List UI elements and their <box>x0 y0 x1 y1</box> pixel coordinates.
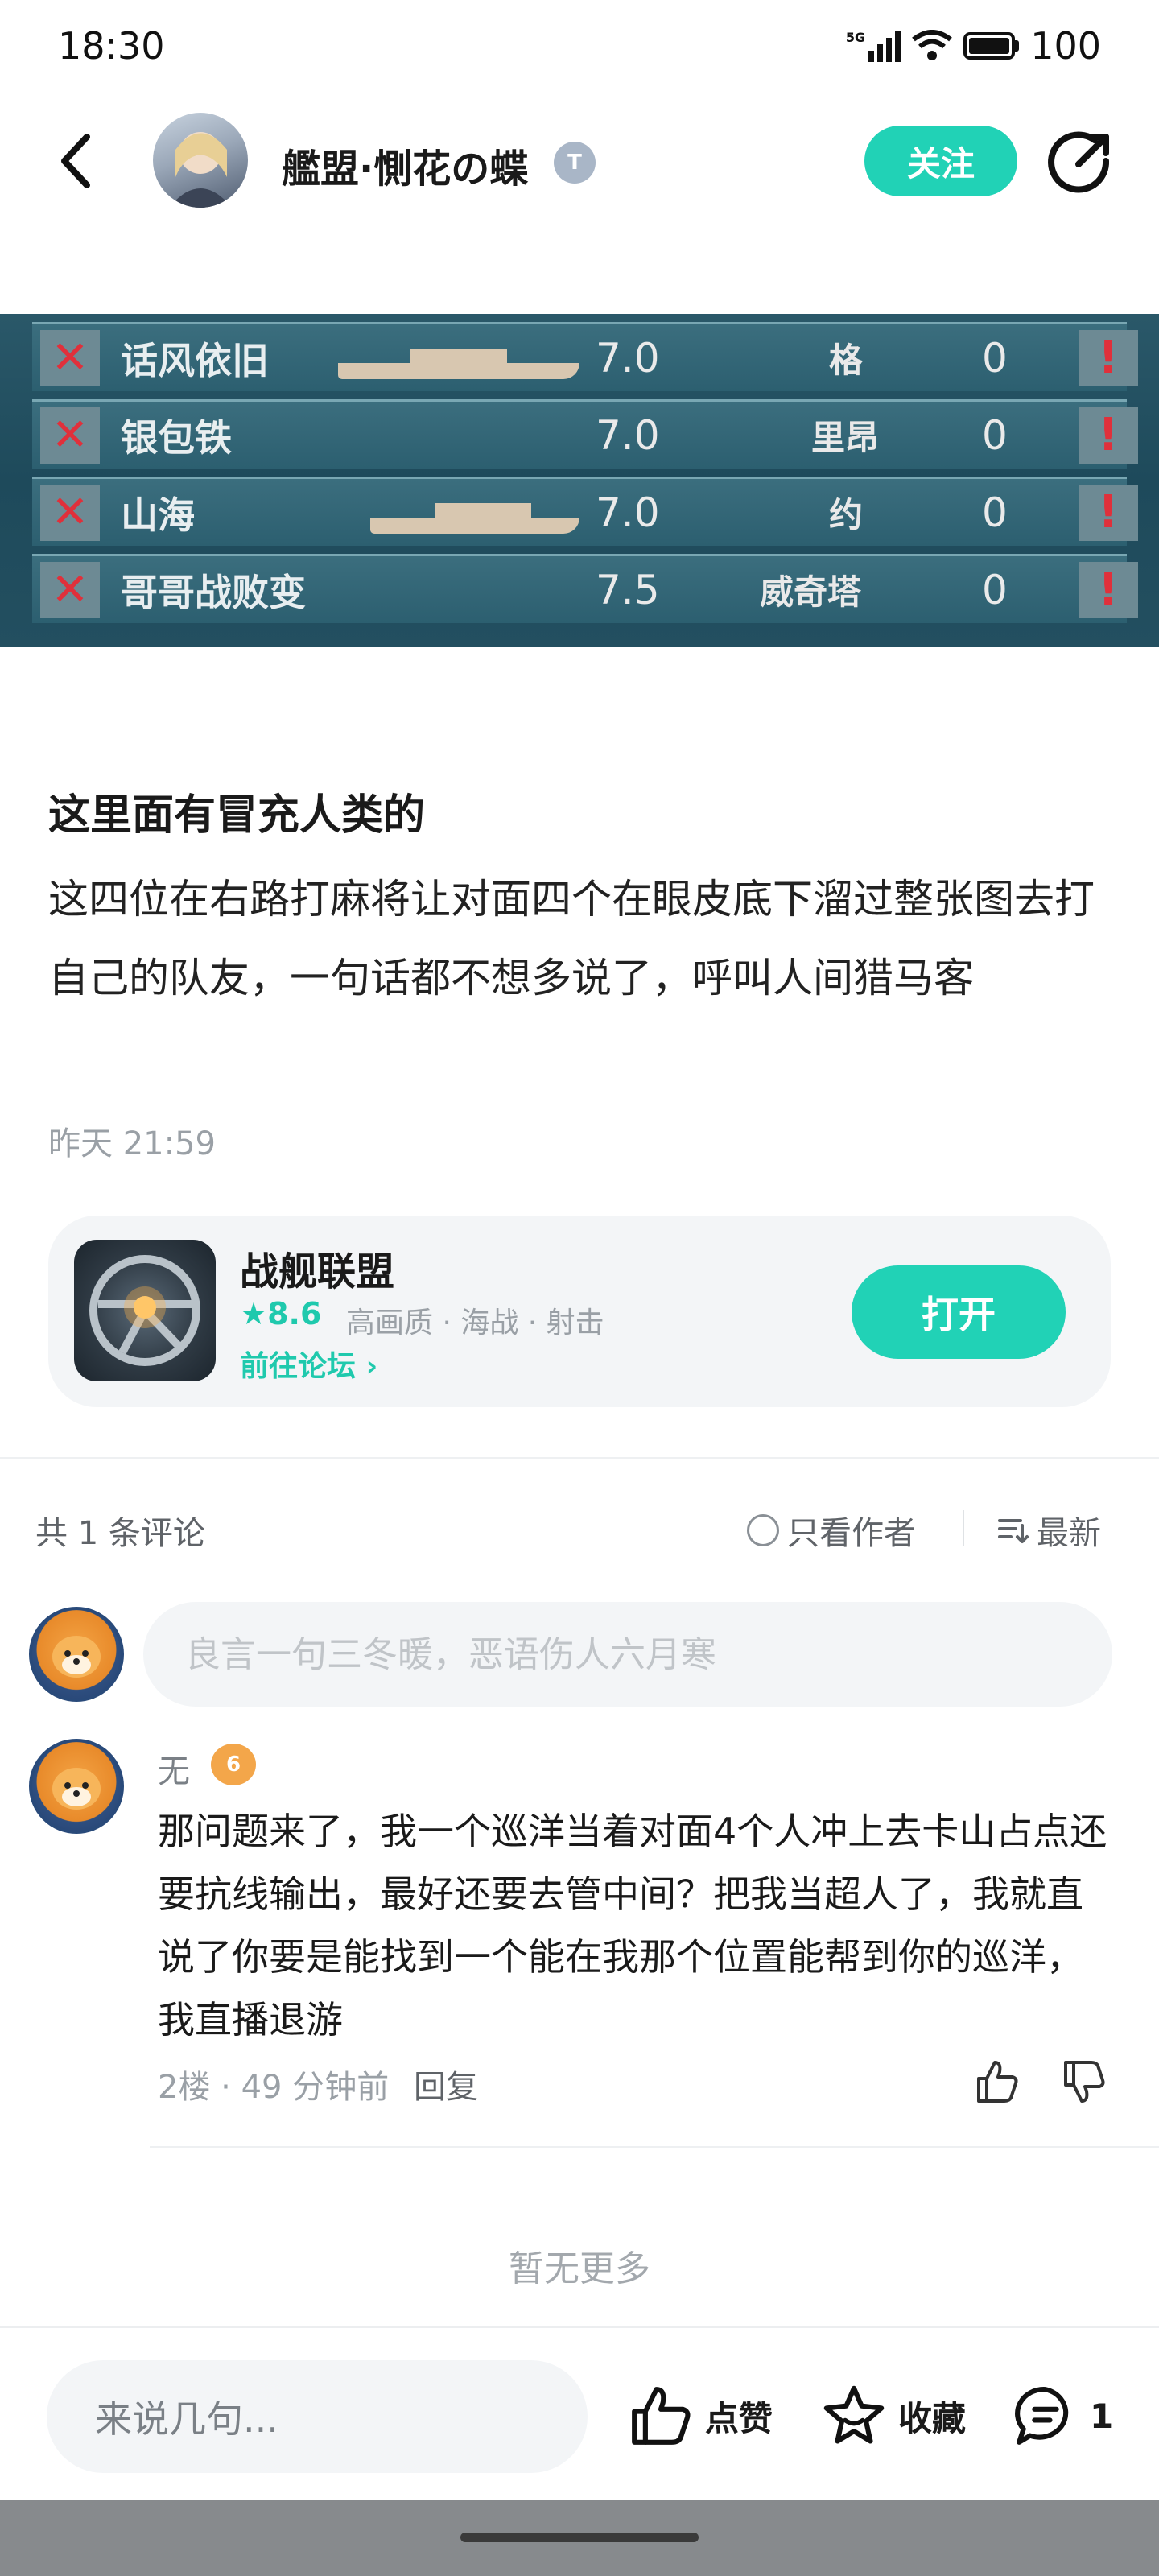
wifi-icon <box>912 30 953 60</box>
x-icon: ✕ <box>40 561 100 618</box>
verified-badge-icon: T <box>554 142 596 184</box>
image-row: ✕ 哥哥战败变 7.5 威奇塔 0 ! <box>32 554 1138 623</box>
home-indicator[interactable] <box>460 2533 699 2542</box>
only-author-label: 只看作者 <box>787 1515 916 1552</box>
enemy-name: 里昂 <box>811 418 880 457</box>
divider <box>0 1457 1159 1459</box>
enemy-name: 威奇塔 <box>760 572 862 612</box>
divider <box>150 2146 1159 2148</box>
commenter-name[interactable]: 无 <box>158 1745 190 1792</box>
kill-count: 0 <box>982 411 1008 459</box>
alert-icon: ! <box>1079 329 1138 386</box>
bottom-comment-input[interactable]: 来说几句... <box>47 2360 588 2473</box>
x-icon: ✕ <box>40 484 100 541</box>
forum-link[interactable]: 前往论坛 › <box>240 1343 377 1385</box>
enemy-name: 格 <box>829 341 864 380</box>
author-name[interactable]: 艦盟·惻花の蝶 <box>282 137 528 193</box>
follow-button[interactable]: 关注 <box>864 126 1017 196</box>
no-more-text: 暂无更多 <box>509 2248 650 2289</box>
author-avatar[interactable] <box>153 113 248 208</box>
kill-count: 0 <box>982 489 1008 536</box>
player-name: 银包铁 <box>121 415 232 460</box>
kill-count: 0 <box>982 566 1008 613</box>
game-tags: 高画质 · 海战 · 射击 <box>346 1307 604 1340</box>
player-score: 7.0 <box>596 334 660 382</box>
comment-meta: 2楼 · 49 分钟前 <box>158 2069 390 2106</box>
comment-button[interactable]: 1 <box>1013 2383 1113 2449</box>
post-time: 昨天 21:59 <box>48 1125 216 1162</box>
like-label: 点赞 <box>705 2398 773 2438</box>
divider <box>0 2326 1159 2328</box>
sort-button[interactable]: 最新 <box>996 1507 1101 1554</box>
image-row: ✕ 话风依旧 7.0 格 0 ! <box>32 322 1138 391</box>
level-badge-icon: 6 <box>211 1744 256 1785</box>
x-icon: ✕ <box>40 407 100 464</box>
player-score: 7.5 <box>596 566 660 613</box>
my-avatar <box>29 1607 124 1702</box>
favorite-button[interactable]: 收藏 <box>821 2383 966 2449</box>
share-icon[interactable] <box>1046 129 1114 196</box>
battery-level: 100 <box>1030 24 1101 68</box>
game-rating: ★8.6 <box>240 1296 322 1331</box>
thumbs-down-icon[interactable] <box>1059 2058 1107 2106</box>
alert-icon: ! <box>1079 484 1138 541</box>
thumbs-up-icon <box>632 2387 691 2445</box>
game-name: 战舰联盟 <box>240 1249 395 1294</box>
player-score: 7.0 <box>596 489 660 536</box>
player-name: 哥哥战败变 <box>121 570 306 614</box>
status-time: 18:30 <box>58 24 165 68</box>
thumbs-up-icon[interactable] <box>972 2058 1021 2106</box>
radio-icon <box>747 1514 779 1546</box>
image-row: ✕ 银包铁 7.0 里昂 0 ! <box>32 399 1138 469</box>
network-type: 5G <box>845 30 866 45</box>
image-row: ✕ 山海 7.0 约 0 ! <box>32 477 1138 546</box>
sort-icon <box>998 1519 1029 1543</box>
kill-count: 0 <box>982 334 1008 382</box>
only-author-toggle[interactable]: 只看作者 <box>747 1507 916 1554</box>
comment-text: 那问题来了，我一个巡洋当着对面4个人冲上去卡山占点还要抗线输出，最好还要去管中间… <box>158 1810 1107 2041</box>
like-button[interactable]: 点赞 <box>628 2383 773 2449</box>
comment-count: 共 1 条评论 <box>35 1515 205 1552</box>
comment-count-label: 1 <box>1090 2396 1114 2436</box>
commenter-avatar[interactable] <box>29 1739 124 1834</box>
post-title: 这里面有冒充人类的 <box>48 791 426 840</box>
post-body: 这四位在右路打麻将让对面四个在眼皮底下溜过整张图去打自己的队友，一句话都不想多说… <box>48 876 1095 1001</box>
player-name: 话风依旧 <box>121 338 269 382</box>
alert-icon: ! <box>1079 407 1138 464</box>
open-game-button[interactable]: 打开 <box>852 1265 1066 1359</box>
sort-label: 最新 <box>1037 1515 1101 1552</box>
battery-icon <box>963 32 1020 60</box>
favorite-label: 收藏 <box>898 2398 967 2438</box>
post-image[interactable]: ✕ 话风依旧 7.0 格 0 ! ✕ 银包铁 7.0 里昂 0 ! ✕ 山海 7… <box>0 314 1159 647</box>
status-icons: 5G 100 <box>846 24 1101 68</box>
game-icon[interactable] <box>74 1240 216 1381</box>
back-icon[interactable] <box>53 129 101 193</box>
signal-icon: 5G <box>846 30 901 62</box>
comment-input[interactable] <box>143 1602 1112 1707</box>
enemy-name: 约 <box>829 495 864 535</box>
comment-icon <box>1015 2387 1069 2445</box>
player-name: 山海 <box>121 493 195 537</box>
divider <box>963 1510 964 1546</box>
x-icon: ✕ <box>40 329 100 386</box>
reply-button[interactable]: 回复 <box>414 2061 478 2107</box>
alert-icon: ! <box>1079 561 1138 618</box>
player-score: 7.0 <box>596 411 660 459</box>
star-icon <box>823 2385 885 2444</box>
